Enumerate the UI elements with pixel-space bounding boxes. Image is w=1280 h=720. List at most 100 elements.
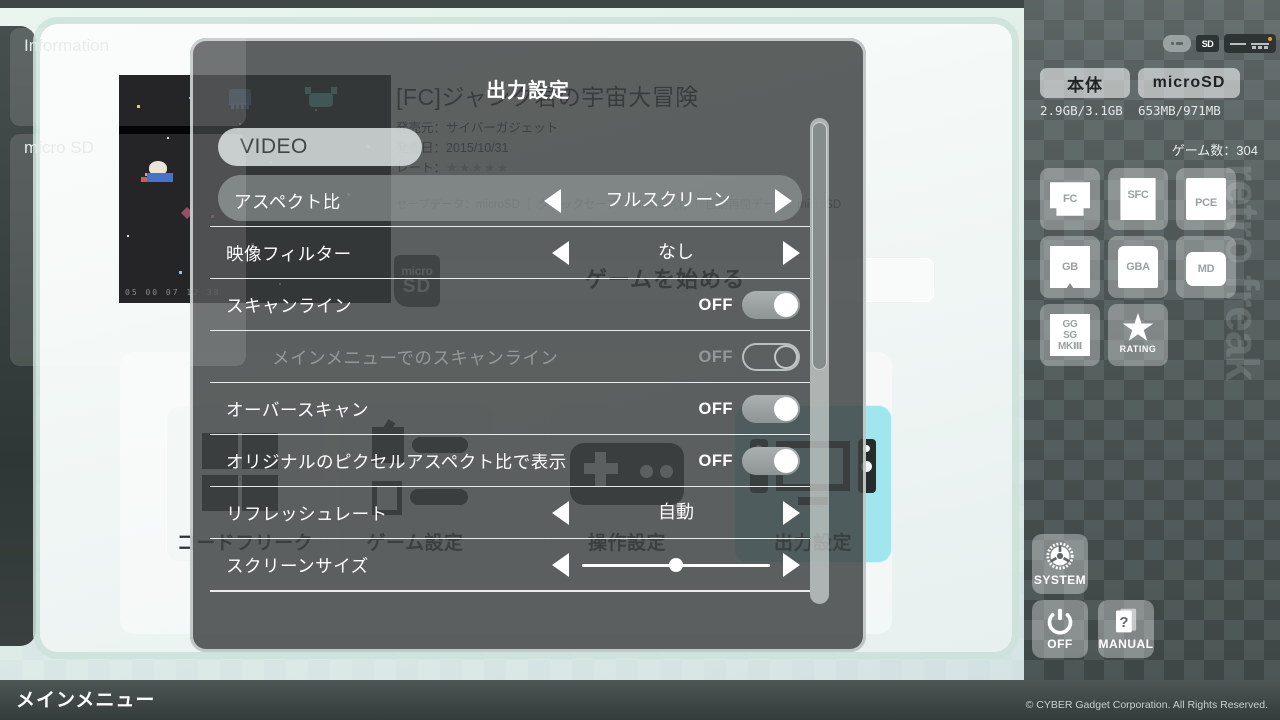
system-filter-fc[interactable]: FC <box>1040 168 1100 230</box>
system-filter-sfc[interactable]: SFC <box>1108 168 1168 230</box>
device-status-icon <box>1224 34 1276 53</box>
system-filter-label-rating: RATING <box>1119 344 1157 354</box>
storage-tab-microsd[interactable]: microSD <box>1138 68 1240 98</box>
toggle-original-pixel-aspect[interactable]: OFF <box>698 447 800 475</box>
slider-knob[interactable] <box>669 558 683 572</box>
scrollbar-thumb[interactable] <box>812 122 827 370</box>
system-button-label: SYSTEM <box>1033 573 1087 587</box>
spinner-value-video-filter: なし <box>658 242 694 262</box>
gb-cartridge-icon: GB <box>1050 246 1090 288</box>
toggle-state-overscan: OFF <box>698 399 733 418</box>
row-label-screen-size: スクリーンサイズ <box>226 556 369 576</box>
power-icon <box>1047 608 1073 635</box>
toggle-knob <box>774 397 798 421</box>
toggle-state-mainmenu-scanline: OFF <box>698 347 733 366</box>
game-count-label: ゲーム数：304 <box>1171 143 1258 158</box>
toggle-switch-mainmenu-scanline <box>742 343 800 371</box>
toggle-mainmenu-scanline: OFF <box>699 343 801 371</box>
row-original-pixel-aspect[interactable]: オリジナルのピクセルアスペクト比で表示 OFF <box>210 435 810 487</box>
chevron-left-icon[interactable] <box>544 189 561 213</box>
storage-usage-microsd: 653MB/971MB <box>1138 103 1221 118</box>
pce-cartridge-icon: PCE <box>1186 178 1226 220</box>
row-label-aspect-ratio: アスペクト比 <box>234 192 341 212</box>
system-filter-label-gg-sg-mk3: GG SG MKⅢ <box>1057 318 1083 352</box>
power-off-button-label: OFF <box>1047 637 1073 651</box>
row-scanline[interactable]: スキャンライン OFF <box>210 279 810 331</box>
storage-tab-internal[interactable]: 本体 <box>1040 68 1130 98</box>
toggle-switch-scanline[interactable] <box>742 291 800 319</box>
slider-screen-size[interactable] <box>552 553 800 577</box>
system-filter-label-sfc: SFC <box>1127 188 1149 201</box>
spinner-value-refresh-rate: 自動 <box>658 502 694 522</box>
toggle-overscan[interactable]: OFF <box>698 395 800 423</box>
chevron-right-icon[interactable] <box>783 241 800 265</box>
system-button[interactable]: SYSTEM <box>1032 534 1088 594</box>
chevron-left-icon[interactable] <box>552 553 569 577</box>
system-filter-gg-sg-mk3[interactable]: GG SG MKⅢ <box>1040 304 1100 366</box>
storage-usage-internal: 2.9GB/3.1GB <box>1040 103 1123 118</box>
toggle-state-original-pixel-aspect: OFF <box>698 451 733 470</box>
row-screen-size[interactable]: スクリーンサイズ <box>210 539 810 591</box>
toggle-knob <box>774 449 798 473</box>
toggle-scanline[interactable]: OFF <box>698 291 800 319</box>
row-label-original-pixel-aspect: オリジナルのピクセルアスペクト比で表示 <box>226 452 567 472</box>
dialog-scrollbar[interactable] <box>810 118 829 604</box>
system-filter-rating[interactable]: RATING <box>1108 304 1168 366</box>
gg-sg-mk3-cartridge-icon: GG SG MKⅢ <box>1050 314 1090 356</box>
section-header-video: VIDEO <box>218 128 422 166</box>
system-filter-label-gb: GB <box>1062 260 1078 273</box>
bottom-bar-title: メインメニュー <box>16 690 156 711</box>
toggle-state-scanline: OFF <box>698 295 733 314</box>
sfc-cartridge-icon: SFC <box>1120 178 1156 220</box>
toggle-switch-overscan[interactable] <box>742 395 800 423</box>
svg-text:?: ? <box>1119 615 1128 631</box>
information-title: Information <box>24 36 110 55</box>
row-video-filter[interactable]: 映像フィルター なし <box>210 227 810 279</box>
header-status-icons: SD <box>1163 34 1276 53</box>
system-filter-gba[interactable]: GBA <box>1108 236 1168 298</box>
system-filter-label-gba: GBA <box>1126 260 1150 273</box>
manual-button[interactable]: ? MANUAL <box>1098 600 1154 658</box>
sd-card-icon: SD <box>1196 35 1219 52</box>
chevron-left-icon[interactable] <box>552 501 569 525</box>
spinner-refresh-rate[interactable]: 自動 <box>552 497 800 529</box>
row-label-refresh-rate: リフレッシュレート <box>226 504 388 524</box>
dialog-title: 出力設定 <box>486 80 570 102</box>
spinner-aspect-ratio[interactable]: フルスクリーン <box>544 185 792 217</box>
system-filter-md[interactable]: MD <box>1176 236 1236 298</box>
row-label-mainmenu-scanline: メインメニューでのスキャンライン <box>272 348 559 368</box>
system-filter-pce[interactable]: PCE <box>1176 168 1236 230</box>
source-title: micro SD <box>24 138 94 157</box>
md-cartridge-icon: MD <box>1186 252 1226 286</box>
manual-button-label: MANUAL <box>1098 637 1154 651</box>
fc-cartridge-icon: FC <box>1050 182 1090 216</box>
chevron-right-icon[interactable] <box>783 501 800 525</box>
manual-book-icon: ? <box>1115 608 1136 633</box>
system-filter-label-pce: PCE <box>1195 196 1217 209</box>
chevron-right-icon[interactable] <box>783 553 800 577</box>
toggle-knob <box>774 345 798 369</box>
app-root: 05 00 07 12 38 [FC]ジャンク君の宇宙大冒険 発売元：サイバーガ… <box>0 0 1280 720</box>
rating-star-icon: RATING <box>1116 313 1160 357</box>
row-overscan[interactable]: オーバースキャン OFF <box>210 383 810 435</box>
spinner-value-aspect-ratio: フルスクリーン <box>605 190 731 210</box>
power-off-button[interactable]: OFF <box>1032 600 1088 658</box>
gba-cartridge-icon: GBA <box>1118 246 1158 288</box>
chevron-left-icon[interactable] <box>552 241 569 265</box>
gear-icon <box>1046 542 1074 570</box>
system-filter-label-fc: FC <box>1062 192 1078 205</box>
system-filter-label-md: MD <box>1197 262 1215 275</box>
spinner-video-filter[interactable]: なし <box>552 237 800 269</box>
chevron-right-icon[interactable] <box>775 189 792 213</box>
copyright-text: © CYBER Gadget Corporation. All Rights R… <box>1025 699 1268 711</box>
bottom-bar: メインメニュー © CYBER Gadget Corporation. All … <box>0 680 1280 720</box>
row-refresh-rate[interactable]: リフレッシュレート 自動 <box>210 487 810 539</box>
toggle-knob <box>774 293 798 317</box>
source-card <box>10 134 246 366</box>
sd-slot-icon <box>1163 35 1191 52</box>
system-filter-gb[interactable]: GB <box>1040 236 1100 298</box>
row-label-overscan: オーバースキャン <box>226 400 369 420</box>
row-mainmenu-scanline: メインメニューでのスキャンライン OFF <box>210 331 810 383</box>
row-aspect-ratio[interactable]: アスペクト比 フルスクリーン <box>218 175 802 221</box>
toggle-switch-original-pixel-aspect[interactable] <box>742 447 800 475</box>
